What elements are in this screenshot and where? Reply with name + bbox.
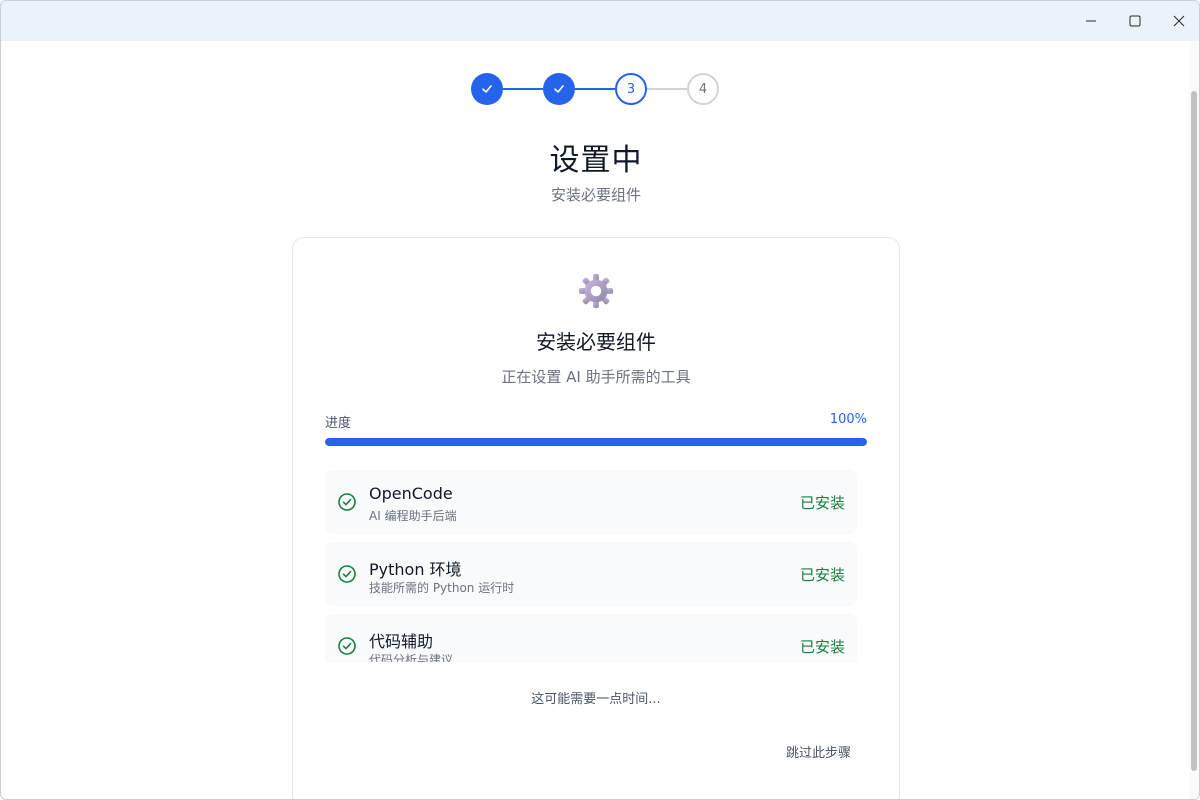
component-item-python: Python 环境 技能所需的 Python 运行时 已安装 bbox=[325, 542, 857, 606]
progress-label: 进度 bbox=[325, 416, 352, 431]
progress-bar bbox=[325, 438, 867, 446]
step-4-pending: 4 bbox=[687, 73, 719, 105]
close-icon bbox=[1173, 15, 1185, 27]
check-circle-icon bbox=[338, 637, 356, 655]
step-3-active: 3 bbox=[615, 73, 647, 105]
skip-step-button[interactable]: 跳过此步骤 bbox=[786, 742, 851, 761]
title-bar bbox=[1, 1, 1199, 41]
component-description: 代码分析与建议 bbox=[369, 653, 454, 662]
component-name: 代码辅助 bbox=[369, 632, 434, 651]
component-item-code-assist: 代码辅助 代码分析与建议 已安装 bbox=[325, 614, 857, 662]
page-title: 设置中 bbox=[549, 143, 643, 178]
card-title: 安装必要组件 bbox=[536, 330, 656, 354]
component-description: AI 编程助手后端 bbox=[369, 509, 457, 523]
setup-stepper: 3 4 bbox=[471, 73, 721, 107]
card-subtitle: 正在设置 AI 助手所需的工具 bbox=[501, 368, 691, 386]
minimize-button[interactable] bbox=[1069, 1, 1113, 41]
page-subtitle: 安装必要组件 bbox=[550, 186, 641, 204]
gear-icon bbox=[578, 273, 614, 309]
install-card: 安装必要组件 正在设置 AI 助手所需的工具 进度 100% OpenCode … bbox=[292, 237, 900, 799]
maximize-button[interactable] bbox=[1113, 1, 1157, 41]
component-name: OpenCode bbox=[369, 484, 453, 503]
step-connector bbox=[647, 88, 687, 90]
component-status: 已安装 bbox=[799, 638, 845, 656]
check-circle-icon bbox=[338, 565, 356, 583]
component-list[interactable]: OpenCode AI 编程助手后端 已安装 Python 环境 技能所需的 P… bbox=[325, 470, 857, 662]
minimize-icon bbox=[1086, 20, 1096, 22]
component-status: 已安装 bbox=[799, 494, 845, 512]
component-description: 技能所需的 Python 运行时 bbox=[369, 581, 515, 595]
close-button[interactable] bbox=[1157, 1, 1199, 41]
step-1-done bbox=[471, 73, 503, 105]
scrollbar-thumb[interactable] bbox=[1191, 91, 1197, 771]
check-icon bbox=[482, 85, 492, 93]
component-status: 已安装 bbox=[799, 566, 845, 584]
app-window: 3 4 设置中 安装必要组件 安装必要组件 正在设置 AI 助手所需的工具 进度… bbox=[0, 0, 1200, 800]
maximize-icon bbox=[1129, 15, 1141, 27]
step-connector bbox=[503, 88, 543, 90]
progress-fill bbox=[325, 438, 867, 446]
step-number: 4 bbox=[698, 81, 708, 97]
component-name: Python 环境 bbox=[369, 560, 462, 579]
check-circle-icon bbox=[338, 493, 356, 511]
wait-hint: 这可能需要一点时间... bbox=[531, 692, 661, 707]
component-item-opencode: OpenCode AI 编程助手后端 已安装 bbox=[325, 470, 857, 534]
step-2-done bbox=[543, 73, 575, 105]
progress-value: 100% bbox=[829, 412, 867, 427]
check-icon bbox=[554, 85, 564, 93]
step-connector bbox=[575, 88, 615, 90]
step-number: 3 bbox=[626, 81, 636, 97]
